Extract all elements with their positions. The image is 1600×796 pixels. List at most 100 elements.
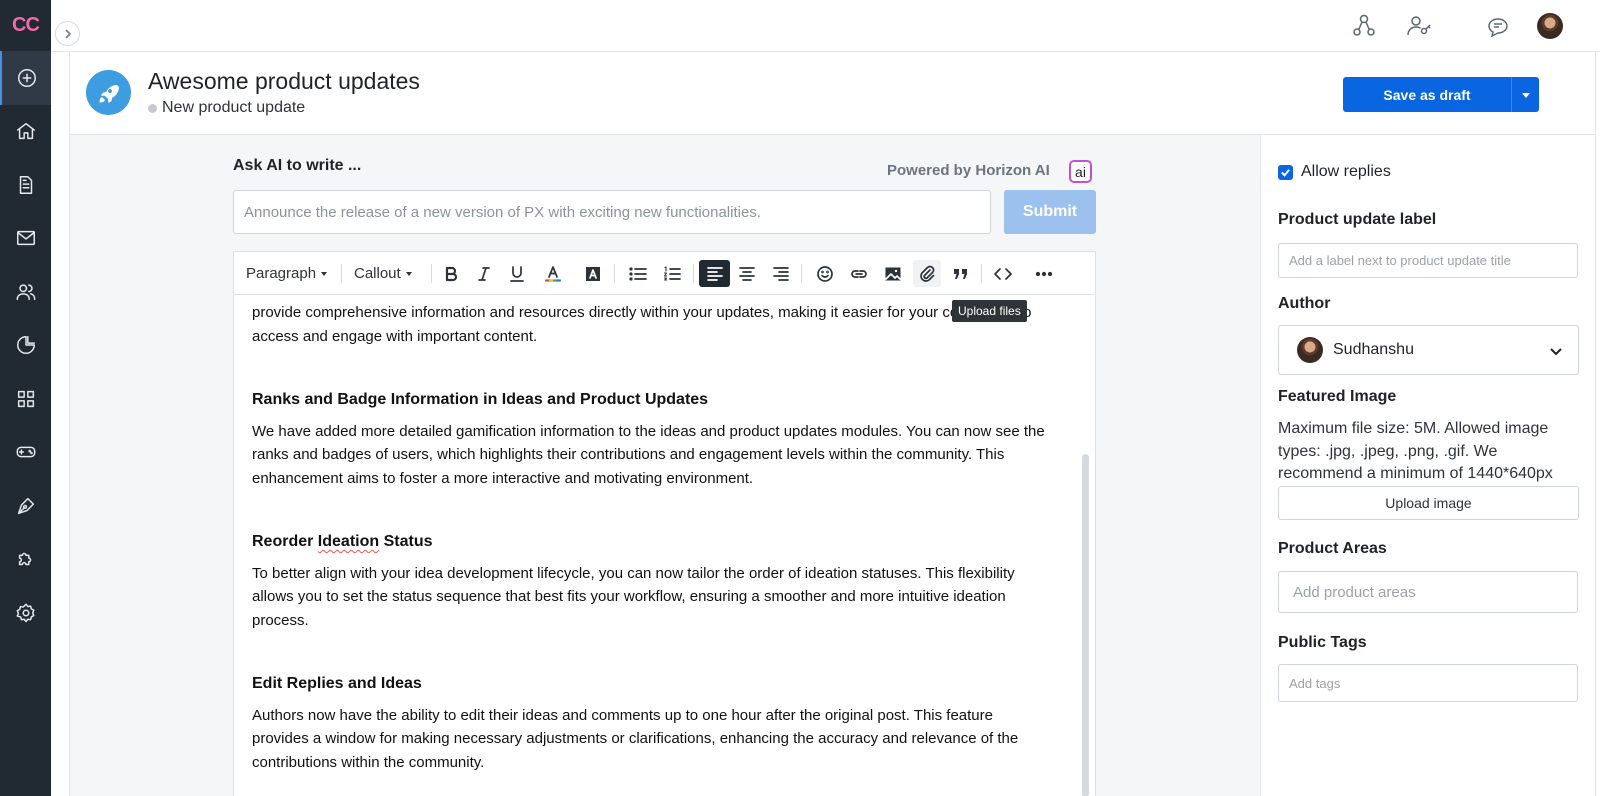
chat-icon[interactable] [1485,13,1511,39]
sidebar-item-create[interactable] [0,51,51,105]
users-icon [16,284,35,300]
document-icon [19,175,32,194]
more-horizontal-icon [1035,271,1053,276]
more-options-button[interactable] [1030,260,1058,287]
ai-badge-icon: ai [1069,160,1092,183]
user-key-icon[interactable] [1406,13,1432,39]
rich-text-editor: Paragraph Callout provide comprehensive … [233,251,1096,796]
align-left-icon [706,266,723,281]
image-button[interactable] [879,260,907,287]
sidebar-item-documents[interactable] [0,158,51,212]
checkmark-icon [1281,168,1290,177]
featured-image-help: Maximum file size: 5M. Allowed image typ… [1278,420,1553,482]
underline-icon [510,265,524,282]
pie-chart-icon [16,336,35,355]
bullet-list-icon [629,266,647,281]
gear-icon [16,603,35,623]
bold-icon [445,266,458,281]
italic-icon [478,266,490,281]
save-options-dropdown[interactable] [1511,77,1539,112]
product-areas-title: Product Areas [1278,540,1387,557]
app-logo[interactable]: CC [0,0,51,51]
code-icon [994,267,1012,280]
product-update-label-input[interactable] [1278,243,1578,278]
callout-label: Callout [354,265,401,282]
editor-toolbar: Paragraph Callout [234,252,1095,295]
subtitle-text: New product update [162,99,306,116]
page-title: Awesome product updates [148,68,420,94]
author-select[interactable]: Sudhanshu [1278,325,1579,375]
user-avatar[interactable] [1537,13,1563,39]
save-as-draft-button[interactable]: Save as draft [1343,77,1511,112]
highlight-button[interactable] [579,260,607,287]
caret-down-icon [1521,92,1530,98]
product-areas-input[interactable] [1278,571,1578,613]
emoji-icon [817,265,833,282]
page-header: Awesome product updates New product upda… [69,52,1595,135]
network-icon[interactable] [1351,13,1377,39]
featured-image-title: Featured Image [1278,388,1397,405]
section-body: We have added more detailed gamification… [252,422,1045,487]
numbered-list-button[interactable] [658,260,686,287]
editor-content[interactable]: provide comprehensive information and re… [252,295,1052,795]
mail-icon [16,231,35,246]
upload-files-tooltip: Upload files [952,300,1027,322]
bold-button[interactable] [437,260,465,287]
callout-dropdown[interactable]: Callout [354,260,420,287]
sidebar-item-design[interactable] [0,479,51,533]
author-avatar [1297,337,1323,363]
editor-scrollbar[interactable] [1082,454,1089,796]
bullet-list-button[interactable] [624,260,652,287]
upload-image-button[interactable]: Upload image [1278,486,1579,520]
allow-replies-checkbox[interactable] [1278,164,1293,180]
sidebar-expand-toggle[interactable] [55,21,80,46]
allow-replies-label: Allow replies [1301,163,1391,180]
sidebar-item-users[interactable] [0,265,51,319]
ai-submit-button[interactable]: Submit [1004,190,1096,234]
align-right-icon [773,266,789,281]
gamepad-icon [16,446,35,458]
paragraph-style-dropdown[interactable]: Paragraph [246,260,330,287]
align-right-button[interactable] [767,260,795,287]
align-left-button[interactable] [699,260,730,287]
public-tags-input[interactable] [1278,664,1578,702]
sidebar-item-analytics[interactable] [0,319,51,373]
ai-prompt-input[interactable] [233,190,991,234]
emoji-button[interactable] [811,260,839,287]
chevron-down-icon [1548,343,1564,359]
top-bar [51,0,1600,52]
text-color-icon [544,265,562,282]
section-body: Authors now have the ability to edit the… [252,706,1019,771]
pen-tool-icon [17,497,34,514]
sidebar-item-apps[interactable] [0,372,51,426]
product-update-label-title: Product update label [1278,211,1437,228]
code-view-button[interactable] [989,260,1017,287]
sidebar-item-integrations[interactable] [0,533,51,587]
paperclip-icon [920,265,935,282]
public-tags-title: Public Tags [1278,634,1367,651]
grid-icon [17,390,34,407]
align-center-icon [739,266,755,281]
author-title: Author [1278,295,1331,312]
sidebar-item-home[interactable] [0,105,51,159]
ai-prompt-label: Ask AI to write ... [233,157,362,174]
sidebar-item-games[interactable] [0,426,51,480]
quote-icon [954,268,967,279]
underline-button[interactable] [503,260,531,287]
link-icon [851,269,867,278]
allow-replies-row[interactable]: Allow replies [1278,163,1391,181]
image-icon [885,267,901,280]
section-body: To better align with your idea developme… [252,564,1015,629]
italic-button[interactable] [470,260,498,287]
quote-button[interactable] [947,260,975,287]
text-color-button[interactable] [539,260,567,287]
sidebar-item-settings[interactable] [0,586,51,640]
paragraph-style-label: Paragraph [246,265,317,282]
chevron-right-icon [64,28,71,39]
attachment-button[interactable] [913,260,941,287]
link-button[interactable] [845,260,873,287]
align-center-button[interactable] [733,260,761,287]
section-heading: Ranks and Badge Information in Ideas and… [252,391,709,408]
page-subtitle: New product update [148,99,305,117]
sidebar-item-mail[interactable] [0,212,51,266]
